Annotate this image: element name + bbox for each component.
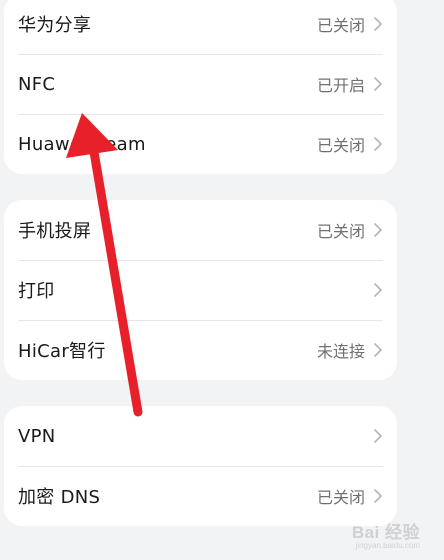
watermark: Bai 经验 jingyan.baidu.com	[352, 518, 420, 550]
setting-row-hicar[interactable]: HiCar智行 未连接	[4, 320, 397, 380]
watermark-text: Bai 经验	[351, 523, 420, 542]
setting-label: 手机投屏	[18, 221, 92, 242]
setting-status: 已关闭	[316, 16, 365, 35]
chevron-right-icon	[373, 17, 383, 31]
setting-row-vpn[interactable]: VPN	[4, 406, 397, 466]
chevron-right-icon	[373, 283, 383, 297]
setting-label: NFC	[18, 73, 56, 95]
setting-status: 已关闭	[316, 488, 365, 507]
settings-group-network: VPN 加密 DNS 已关闭	[4, 406, 397, 526]
setting-label: VPN	[18, 425, 56, 447]
setting-status: 已关闭	[316, 222, 365, 241]
chevron-right-icon	[373, 429, 383, 443]
chevron-right-icon	[373, 489, 383, 503]
setting-row-huawei-beam[interactable]: Huawei Beam 已关闭	[4, 114, 397, 174]
setting-status: 已关闭	[316, 136, 365, 155]
setting-label: Huawei Beam	[18, 133, 146, 155]
watermark-subtext: jingyan.baidu.com	[355, 541, 420, 550]
setting-label: 打印	[18, 281, 55, 302]
setting-label: 加密 DNS	[18, 487, 101, 508]
setting-status: 未连接	[316, 342, 365, 361]
setting-label: 华为分享	[18, 15, 92, 36]
setting-row-huawei-share[interactable]: 华为分享 已关闭	[4, 0, 397, 54]
chevron-right-icon	[373, 343, 383, 357]
setting-row-screen-projection[interactable]: 手机投屏 已关闭	[4, 200, 397, 260]
setting-row-nfc[interactable]: NFC 已开启	[4, 54, 397, 114]
setting-row-encrypted-dns[interactable]: 加密 DNS 已关闭	[4, 466, 397, 526]
chevron-right-icon	[373, 223, 383, 237]
chevron-right-icon	[373, 137, 383, 151]
setting-status: 已开启	[316, 76, 365, 95]
settings-group-sharing: 华为分享 已关闭 NFC 已开启 Huawei Beam 已关闭	[4, 0, 397, 174]
setting-row-print[interactable]: 打印	[4, 260, 397, 320]
settings-group-projection: 手机投屏 已关闭 打印 HiCar智行 未连接	[4, 200, 397, 380]
chevron-right-icon	[373, 77, 383, 91]
setting-label: HiCar智行	[18, 341, 106, 362]
